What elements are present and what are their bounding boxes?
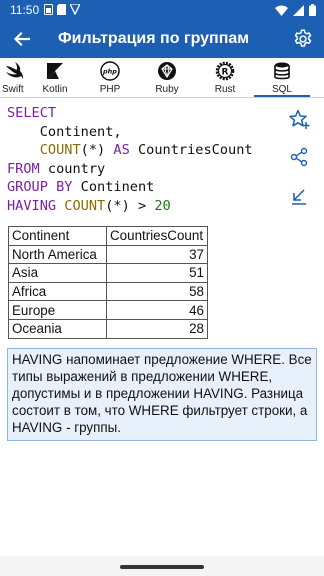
database-icon <box>274 62 290 80</box>
tab-ruby[interactable]: Ruby <box>138 58 196 97</box>
ruby-icon <box>158 62 176 80</box>
table-row: Asia 51 <box>8 263 208 283</box>
column-header-countries-count: CountriesCount <box>106 226 208 246</box>
cell-continent: Oceania <box>8 318 107 339</box>
battery-icon <box>309 4 316 16</box>
code-text: country <box>39 160 106 177</box>
cell-count: 46 <box>106 300 208 320</box>
code-keyword: AS <box>113 142 130 159</box>
code-keyword: GROUP BY <box>7 179 73 196</box>
tab-php[interactable]: php PHP <box>82 58 138 97</box>
cell-count: 51 <box>106 263 208 283</box>
tab-label: Swift <box>2 84 24 95</box>
cell-count: 37 <box>106 244 208 265</box>
tab-label: PHP <box>99 84 121 95</box>
code-text: Continent, <box>7 123 122 140</box>
tab-label: Rust <box>214 84 236 95</box>
code-keyword: FROM <box>7 160 40 177</box>
sim-icon <box>44 4 53 15</box>
vpn-shield-icon <box>70 4 80 15</box>
page-title: Фильтрация по группам <box>58 30 250 47</box>
tab-sql[interactable]: SQL <box>254 58 310 97</box>
tab-rust[interactable]: R Rust <box>196 58 254 97</box>
cell-count: 58 <box>106 281 208 302</box>
code-keyword: HAVING <box>7 197 57 214</box>
gear-icon[interactable] <box>292 28 314 50</box>
table-row: Oceania 28 <box>8 318 208 339</box>
explanation-note: HAVING напоминает предложение WHERE. Все… <box>7 348 317 441</box>
sql-code: SELECT Continent, COUNT(*) AS CountriesC… <box>7 104 277 216</box>
collapse-icon[interactable] <box>288 186 310 208</box>
navigation-bar <box>0 556 324 576</box>
cell-count: 28 <box>106 318 208 339</box>
kotlin-icon <box>47 63 63 79</box>
code-text: CountriesCount <box>129 142 253 159</box>
arrow-left-icon[interactable] <box>12 29 32 49</box>
code-text: (*) <box>80 142 114 159</box>
rust-icon: R <box>215 61 235 81</box>
swift-icon <box>6 62 24 79</box>
home-gesture-handle[interactable] <box>120 565 204 569</box>
code-keyword: SELECT <box>7 105 57 121</box>
table-row: Africa 58 <box>8 281 208 302</box>
table-header-row: Continent CountriesCount <box>8 226 208 246</box>
tab-label: Ruby <box>155 84 179 95</box>
result-table: Continent CountriesCount North America 3… <box>8 226 208 339</box>
wifi-icon <box>275 5 288 16</box>
cell-continent: North America <box>8 244 107 265</box>
svg-text:php: php <box>102 68 117 76</box>
code-function: COUNT <box>64 197 106 214</box>
column-header-continent: Continent <box>8 226 107 246</box>
sd-card-icon <box>57 4 66 15</box>
php-icon: php <box>100 61 120 81</box>
share-icon[interactable] <box>288 146 310 168</box>
code-text: Continent <box>72 179 155 196</box>
code-function: COUNT <box>39 142 81 159</box>
cell-continent: Africa <box>8 281 107 302</box>
cell-continent: Europe <box>8 300 107 320</box>
tab-label: SQL <box>271 84 292 95</box>
tab-swift[interactable]: Swift <box>0 58 28 97</box>
status-time: 11:50 <box>10 3 40 17</box>
app-bar: Фильтрация по группам <box>0 20 324 58</box>
language-tabs: Swift Kotlin php PHP Ruby R Rust SQL <box>0 58 324 98</box>
tab-kotlin[interactable]: Kotlin <box>28 58 82 97</box>
code-number: 20 <box>154 197 171 214</box>
code-text: (*) > <box>105 197 155 214</box>
cell-continent: Asia <box>8 263 107 283</box>
tab-label: Kotlin <box>42 84 68 95</box>
table-row: Europe 46 <box>8 300 208 320</box>
signal-icon <box>293 4 304 16</box>
star-plus-icon[interactable] <box>288 108 310 130</box>
table-row: North America 37 <box>8 244 208 265</box>
svg-text:R: R <box>222 67 229 77</box>
status-bar: 11:50 <box>0 0 324 20</box>
